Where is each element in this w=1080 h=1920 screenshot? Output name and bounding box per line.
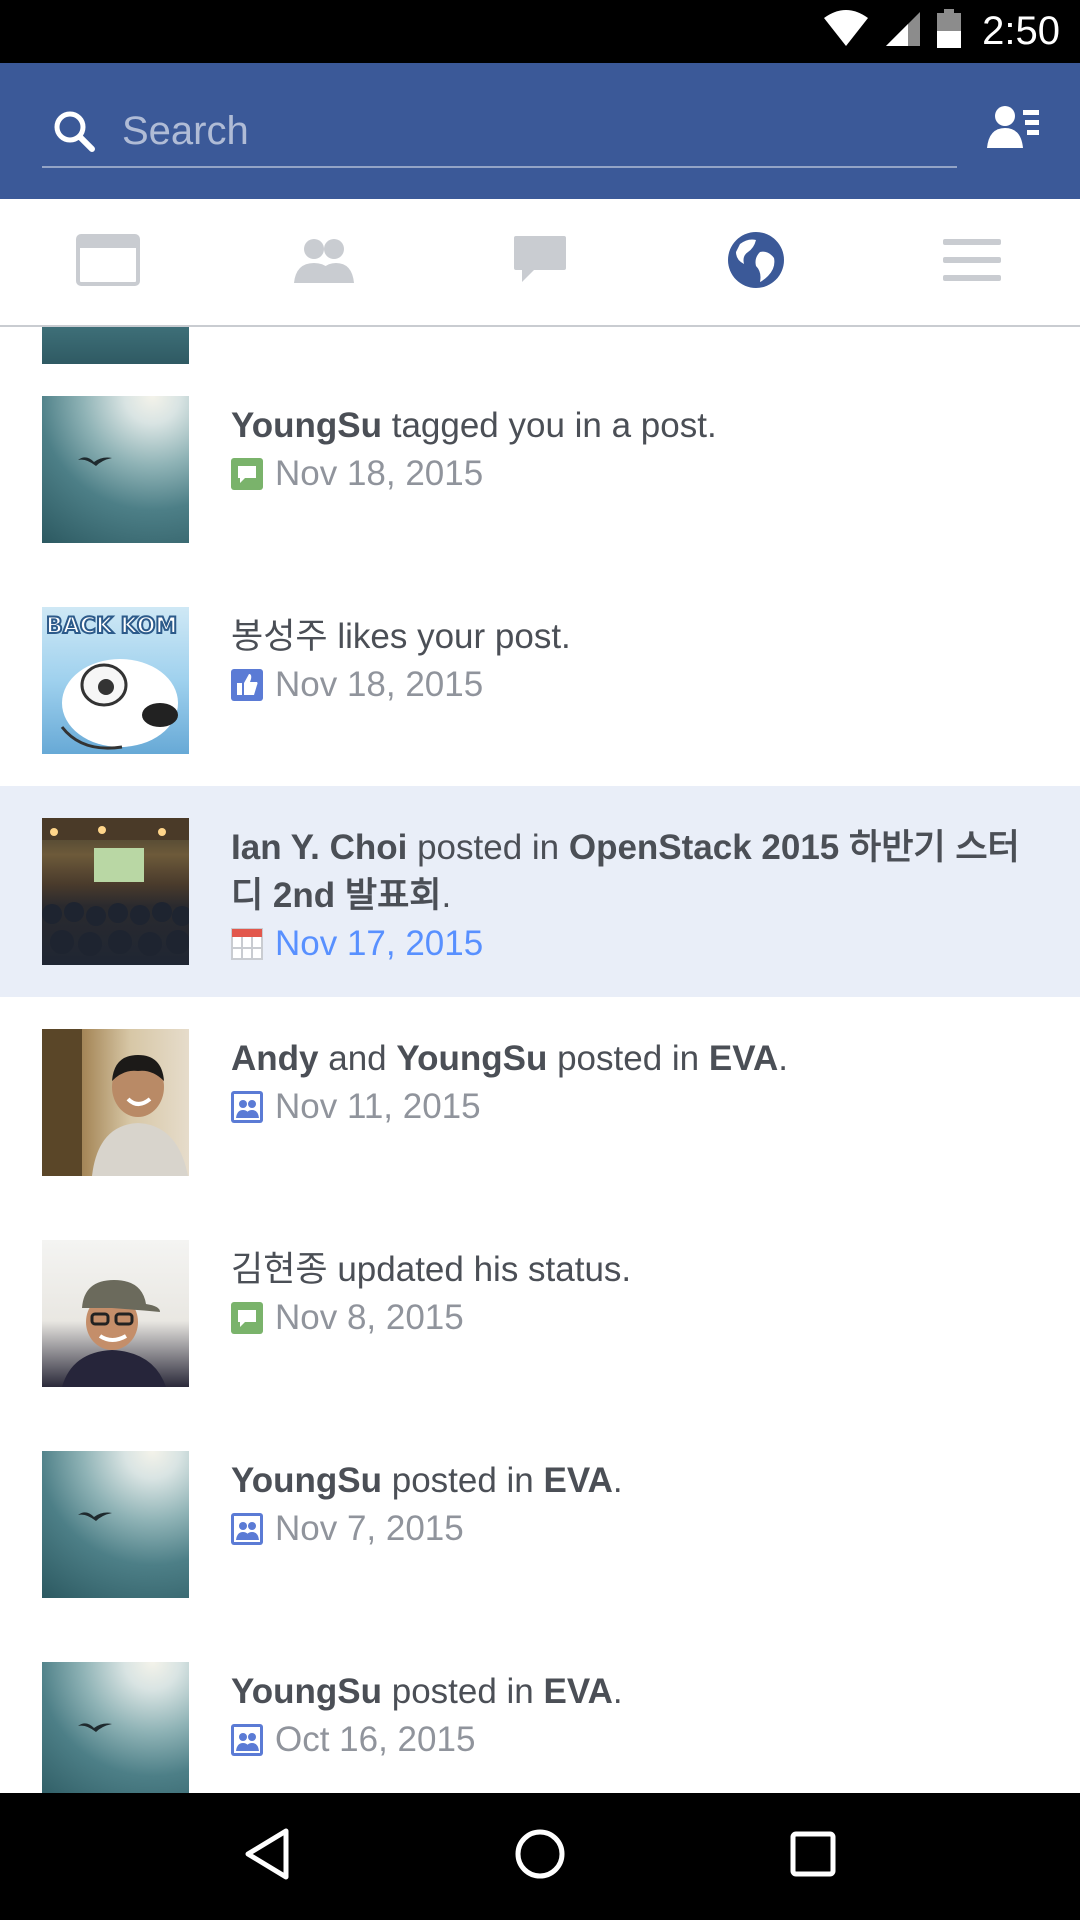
notification-item[interactable]: Ian Y. Choi posted in OpenStack 2015 하반기…	[0, 786, 1080, 997]
home-button[interactable]	[500, 1817, 580, 1897]
notification-list[interactable]: YoungSu tagged you in a post. Nov 18, 20…	[0, 327, 1080, 1793]
thumbnail	[42, 1662, 189, 1793]
notification-text: 봉성주 likes your post.	[231, 617, 571, 656]
notifications-globe-icon	[726, 230, 786, 295]
target-name[interactable]: EVA	[544, 1672, 613, 1711]
group-icon	[231, 1724, 263, 1756]
bird-icon	[78, 457, 112, 466]
notification-date: Nov 7, 2015	[231, 1507, 1031, 1551]
notification-item[interactable]: YoungSu posted in EVA. Oct 16, 2015	[0, 1630, 1080, 1793]
actor-name[interactable]: 김현종	[231, 1250, 328, 1289]
comment-icon	[231, 1302, 263, 1334]
back-icon	[242, 1827, 292, 1886]
comment-icon	[231, 458, 263, 490]
wifi-icon	[822, 10, 870, 53]
back-kom-logo: BACK KOM	[46, 614, 177, 639]
notification-text: 김현종 updated his status.	[231, 1250, 632, 1289]
notification-date: Nov 18, 2015	[231, 452, 1031, 496]
thumbnail: BACK KOM	[42, 607, 189, 754]
actor-name[interactable]: Andy	[231, 1039, 319, 1078]
tab-news-feed[interactable]	[0, 199, 216, 325]
search-box[interactable]: Search	[42, 96, 957, 168]
notification-text: YoungSu posted in EVA.	[231, 1461, 623, 1500]
thumbnail	[42, 1451, 189, 1598]
search-icon[interactable]	[50, 107, 98, 155]
group-icon	[231, 1091, 263, 1123]
event-icon	[231, 928, 263, 960]
recents-button[interactable]	[773, 1817, 853, 1897]
actor-name[interactable]: Ian Y. Choi	[231, 828, 407, 867]
notification-text: Andy and YoungSu posted in EVA.	[231, 1039, 788, 1078]
search-input[interactable]: Search	[122, 109, 249, 154]
search-header: Search	[0, 63, 1080, 199]
friend-requests-icon[interactable]	[986, 99, 1042, 155]
notification-text: Ian Y. Choi posted in OpenStack 2015 하반기…	[231, 828, 1020, 915]
notification-text: YoungSu posted in EVA.	[231, 1672, 623, 1711]
target-name[interactable]: EVA	[544, 1461, 613, 1500]
group-icon	[231, 1513, 263, 1545]
thumbnail	[42, 1029, 189, 1176]
person-photo	[42, 1029, 188, 1176]
notification-item[interactable]: YoungSu posted in EVA. Nov 7, 2015	[0, 1419, 1080, 1630]
thumbnail	[42, 327, 189, 364]
cartoon-picture: BACK KOM	[45, 613, 178, 750]
thumbnail	[42, 396, 189, 543]
actor-name[interactable]: YoungSu	[231, 1461, 382, 1500]
notification-date: Nov 18, 2015	[231, 663, 1031, 707]
tab-menu[interactable]	[864, 199, 1080, 325]
bird-icon	[78, 1723, 112, 1732]
tab-friends[interactable]	[216, 199, 432, 325]
like-icon	[231, 669, 263, 701]
notification-item[interactable]: YoungSu tagged you in a post. Nov 18, 20…	[0, 364, 1080, 575]
menu-icon	[943, 237, 1001, 288]
thumbnail	[42, 818, 189, 965]
status-time: 2:50	[982, 9, 1060, 53]
recents-icon	[788, 1829, 838, 1884]
bird-icon	[78, 1512, 112, 1521]
thumbnail	[42, 1240, 189, 1387]
notification-item[interactable]: BACK KOM 봉성주 likes your post. Nov 18, 20…	[0, 575, 1080, 786]
notification-date: Nov 17, 2015	[231, 922, 1031, 966]
navigation-bar	[0, 1793, 1080, 1920]
actor-name[interactable]: YoungSu	[231, 406, 382, 445]
notification-date: Oct 16, 2015	[231, 1718, 1031, 1762]
actor-name[interactable]: 봉성주	[231, 617, 328, 656]
back-button[interactable]	[227, 1817, 307, 1897]
signal-icon	[884, 10, 922, 53]
messages-icon	[512, 234, 568, 291]
status-bar: 2:50	[0, 0, 1080, 63]
actor-name[interactable]: YoungSu	[396, 1039, 547, 1078]
battery-icon	[936, 9, 962, 54]
news-feed-icon	[76, 233, 140, 291]
tab-bar	[0, 199, 1080, 327]
actor-name[interactable]: YoungSu	[231, 1672, 382, 1711]
status-icons: 2:50	[822, 0, 1060, 63]
notification-item[interactable]: Andy and YoungSu posted in EVA. Nov 11, …	[0, 997, 1080, 1208]
notification-text: YoungSu tagged you in a post.	[231, 406, 717, 445]
notification-date: Nov 11, 2015	[231, 1085, 1031, 1129]
friends-icon	[292, 235, 356, 290]
crowd-photo	[42, 818, 189, 956]
tab-notifications[interactable]	[648, 199, 864, 325]
tab-messages[interactable]	[432, 199, 648, 325]
person-photo	[62, 1280, 166, 1387]
target-name[interactable]: EVA	[709, 1039, 778, 1078]
notification-item[interactable]: 김현종 updated his status. Nov 8, 2015	[0, 1208, 1080, 1419]
notification-date: Nov 8, 2015	[231, 1296, 1031, 1340]
home-icon	[513, 1827, 567, 1886]
